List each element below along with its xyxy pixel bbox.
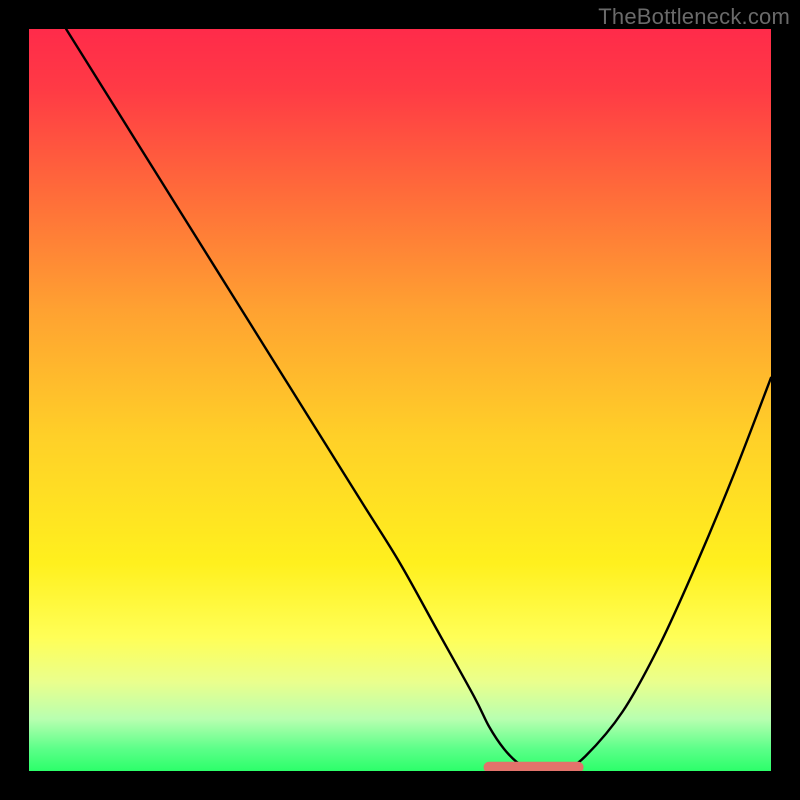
watermark-text: TheBottleneck.com xyxy=(598,4,790,30)
chart-frame: TheBottleneck.com xyxy=(0,0,800,800)
curve-layer xyxy=(29,29,771,771)
bottleneck-curve xyxy=(66,29,771,771)
plot-area xyxy=(29,29,771,771)
